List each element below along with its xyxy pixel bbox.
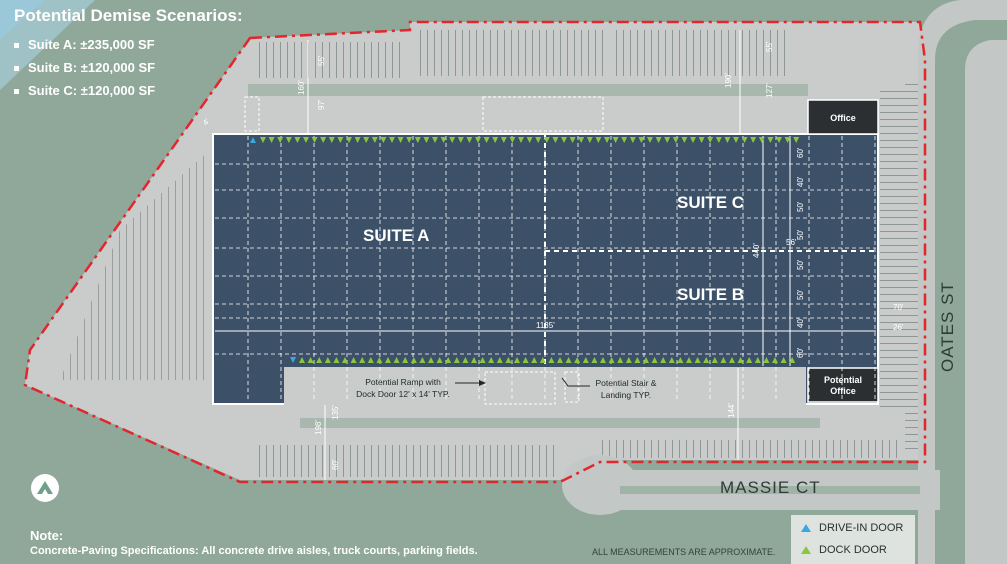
cul-de-sac <box>562 455 638 515</box>
dim-label-40a: 40' <box>796 176 805 187</box>
note-title: Note: <box>30 528 64 543</box>
drive-in-door-icon <box>801 524 811 533</box>
dim-label-50a: 50' <box>796 201 805 212</box>
dim-label-50d: 50' <box>796 289 805 300</box>
measurements-disclaimer: ALL MEASUREMENTS ARE APPROXIMATE. <box>592 547 776 557</box>
ramp-callout-2: Dock Door 12' x 14' TYP. <box>356 389 450 399</box>
dim-label-190: 190' <box>724 73 733 88</box>
dim-label-40b: 40' <box>796 317 805 328</box>
stair-callout-2: Landing TYP. <box>601 390 651 400</box>
dim-label-50c: 50' <box>796 259 805 270</box>
dim-label-198: 198' <box>314 420 323 435</box>
dim-label-127: 127' <box>765 83 774 98</box>
parking-stalls-south-1 <box>255 445 555 477</box>
scenario-suite-a: Suite A: ±235,000 SF <box>14 33 155 56</box>
suite-c-label: SUITE C <box>677 193 744 212</box>
dim-label-26: 26' <box>893 323 904 332</box>
street-massie-ct: MASSIE CT <box>720 478 821 497</box>
dim-label-50b: 50' <box>796 229 805 240</box>
dim-label-55a: 55' <box>317 55 326 66</box>
dim-label-144: 144' <box>727 403 736 418</box>
office-top-label: Office <box>830 113 856 123</box>
ramp-callout-1: Potential Ramp with <box>365 377 441 387</box>
suite-b-label: SUITE B <box>677 285 744 304</box>
scenario-suite-c: Suite C: ±120,000 SF <box>14 79 155 102</box>
stair-callout-1: Potential Stair & <box>596 378 657 388</box>
street-oates-st: OATES ST <box>938 281 957 372</box>
dim-label-70: 70' <box>893 303 904 312</box>
office-bottom-label-1: Potential <box>824 375 862 385</box>
dock-door-icon <box>801 546 811 555</box>
brand-logo-icon <box>31 474 59 502</box>
dim-label-55b: 55' <box>765 41 774 52</box>
road-oates-st-lane <box>965 40 1007 564</box>
landscape-island <box>300 418 820 428</box>
scenario-suite-b: Suite B: ±120,000 SF <box>14 56 155 79</box>
parking-stalls-north-2 <box>415 30 605 76</box>
legend-drive-in: DRIVE-IN DOOR <box>801 522 903 534</box>
dim-label-97: 97' <box>317 99 326 110</box>
parking-stalls-north-1 <box>255 42 405 78</box>
loading-notch <box>284 367 806 405</box>
dim-label-440: 440' <box>752 243 761 258</box>
office-bottom <box>807 367 879 403</box>
scenarios-list: Suite A: ±235,000 SF Suite B: ±120,000 S… <box>14 33 155 102</box>
dim-label-160: 160' <box>297 80 306 95</box>
legend-dock: DOCK DOOR <box>801 544 887 556</box>
parking-stalls-south-2 <box>600 440 900 458</box>
dim-label-60b: 60' <box>796 347 805 358</box>
dim-label-1135: 1135' <box>536 321 555 330</box>
dim-label-135: 135' <box>331 405 340 420</box>
scenarios-title: Potential Demise Scenarios: <box>14 6 243 25</box>
suite-a-label: SUITE A <box>363 226 429 245</box>
dim-label-60a: 60' <box>796 147 805 158</box>
legend: DRIVE-IN DOOR DOCK DOOR <box>791 515 915 564</box>
note-text: Concrete-Paving Specifications: All conc… <box>30 545 478 557</box>
dim-label-60c: 60' <box>331 459 340 470</box>
office-bottom-label-2: Office <box>830 386 856 396</box>
parking-stalls-north-3 <box>610 30 790 76</box>
